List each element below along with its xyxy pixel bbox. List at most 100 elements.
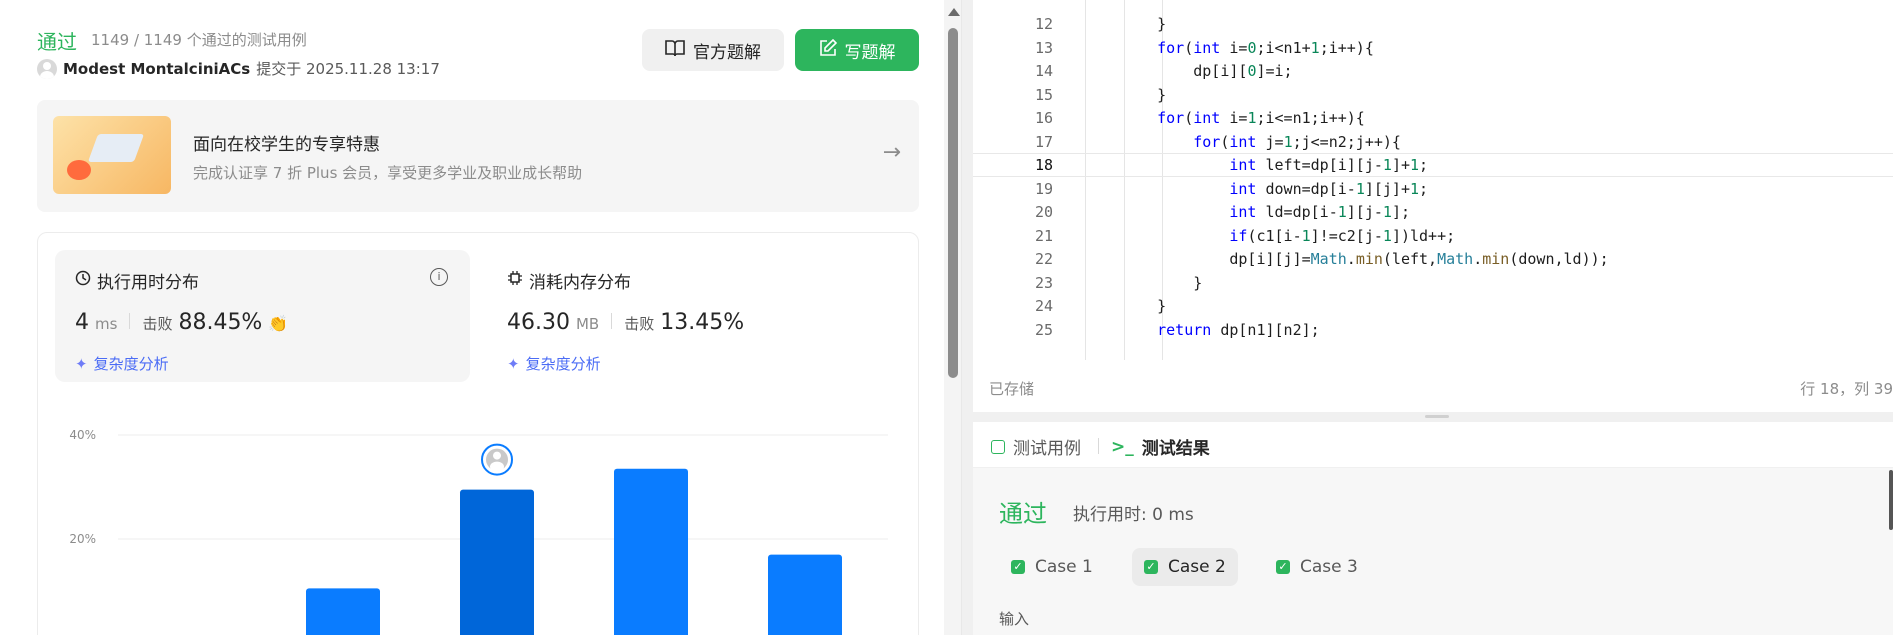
case-tab[interactable]: ✓ Case 1 (999, 548, 1105, 586)
tab-testcase[interactable]: 测试用例 (991, 434, 1081, 459)
edit-icon (819, 38, 837, 62)
memory-stat[interactable]: 消耗内存分布 46.30 MB 击败 13.45% ✦ 复杂度分析 (487, 250, 902, 382)
code-line[interactable]: 20 int ld=dp[i-1][j-1]; (973, 200, 1893, 224)
case-tab[interactable]: ✓ Case 2 (1132, 548, 1238, 586)
y-tick-label: 20% (69, 532, 96, 546)
right-scrollbar[interactable] (1889, 470, 1893, 530)
bar-4ms[interactable] (460, 489, 534, 635)
line-number: 18 (1034, 156, 1053, 174)
code-text[interactable]: int down=dp[i-1][j]+1; (1121, 180, 1428, 198)
line-number: 20 (1034, 203, 1053, 221)
result-status: 通过 (999, 500, 1047, 528)
code-text[interactable]: return dp[n1][n2]; (1121, 321, 1320, 339)
memory-unit: MB (575, 315, 600, 333)
line-number: 16 (1034, 109, 1053, 127)
code-text[interactable]: } (1121, 15, 1166, 33)
code-text[interactable]: } (1121, 86, 1166, 104)
test-result-panel: 通过 执行用时: 0 ms ✓ Case 1 ✓ Case 2 ✓ Case 3 输入 (973, 468, 1893, 635)
check-icon: ✓ (1011, 560, 1025, 574)
scrollbar-thumb[interactable] (948, 28, 958, 378)
code-text[interactable]: dp[i][0]=i; (1121, 62, 1292, 80)
code-text[interactable]: for(int j=1;j<=n2;j++){ (1121, 133, 1401, 151)
runtime-beat-pct: 88.45% (178, 310, 263, 335)
memory-beat-pct: 13.45% (660, 310, 745, 335)
clock-icon (75, 270, 91, 291)
submission-status: 通过 (37, 30, 77, 54)
case-tab[interactable]: ✓ Case 3 (1264, 548, 1370, 586)
code-line[interactable]: 19 int down=dp[i-1][j]+1; (973, 177, 1893, 201)
code-line[interactable]: 18 int left=dp[i][j-1]+1; (973, 153, 1893, 177)
arrow-right-icon[interactable]: → (883, 140, 901, 165)
code-line[interactable]: 22 dp[i][j]=Math.min(left,Math.min(down,… (973, 247, 1893, 271)
y-tick-label: 40% (69, 428, 96, 442)
runtime-distribution-chart: 40%20%0%2ms3ms4ms5ms6ms (69, 428, 888, 635)
beat-label: 击败 (142, 315, 173, 333)
sparkle-icon: ✦ (75, 354, 88, 373)
tab-test-result[interactable]: >_ 测试结果 (1111, 434, 1210, 460)
code-line[interactable]: 23 } (973, 271, 1893, 295)
code-line[interactable]: 24 } (973, 294, 1893, 318)
bottom-tabs: 测试用例 >_ 测试结果 (973, 422, 1893, 468)
line-number: 19 (1034, 179, 1053, 198)
line-number: 14 (1034, 62, 1053, 80)
code-line[interactable]: 16 for(int i=1;i<=n1;i++){ (973, 106, 1893, 130)
code-text[interactable]: } (1121, 297, 1166, 315)
info-icon[interactable]: i (430, 268, 448, 286)
write-solution-button[interactable]: 写题解 (795, 29, 919, 71)
bar-5ms[interactable] (614, 468, 688, 635)
runtime-stat[interactable]: 执行用时分布 i 4 ms 击败 88.45% 👏 ✦ 复杂度分析 (55, 250, 470, 382)
divider (611, 313, 613, 329)
saved-status: 已存储 (989, 380, 1035, 398)
code-text[interactable]: for(int i=0;i<n1+1;i++){ (1121, 39, 1374, 57)
code-editor[interactable]: 12 } 13 for(int i=0;i<n1+1;i++){14 dp[i][… (973, 0, 1893, 360)
avatar[interactable] (37, 58, 57, 79)
code-line[interactable]: 15 } (973, 83, 1893, 107)
code-line[interactable]: 21 if(c1[i-1]!=c2[j-1])ld++; (973, 224, 1893, 248)
tab-divider (1098, 438, 1099, 454)
code-text[interactable]: for(int i=1;i<=n1;i++){ (1121, 109, 1365, 127)
code-line[interactable]: 25 return dp[n1][n2]; (973, 318, 1893, 342)
code-line[interactable]: 17 for(int j=1;j<=n2;j++){ (973, 130, 1893, 154)
left-scrollbar[interactable] (944, 0, 961, 635)
submitter-info: Modest MontalciniACs 提交于 2025.11.28 13:1… (37, 58, 440, 79)
bar-3ms[interactable] (306, 588, 380, 635)
code-line[interactable]: 12 } (973, 12, 1893, 36)
line-number: 24 (1034, 297, 1053, 315)
submission-panel: 通过 1149 / 1149 个通过的测试用例 Modest Montalcin… (0, 0, 962, 635)
code-text[interactable]: int ld=dp[i-1][j-1]; (1121, 203, 1410, 221)
code-text[interactable]: if(c1[i-1]!=c2[j-1])ld++; (1121, 227, 1455, 245)
input-label: 输入 (999, 610, 1030, 628)
code-line[interactable]: 14 dp[i][0]=i; (973, 59, 1893, 83)
username[interactable]: Modest MontalciniACs (63, 60, 250, 78)
line-number: 25 (1034, 320, 1053, 339)
complexity-label: 复杂度分析 (525, 355, 601, 373)
sparkle-icon: ✦ (507, 354, 520, 373)
tests-passed: 1149 / 1149 个通过的测试用例 (91, 31, 307, 49)
editor-footer: 已存储 行 18，列 39 (973, 370, 1893, 410)
case-label: Case 2 (1168, 557, 1226, 577)
runtime-unit: ms (95, 315, 118, 333)
student-promo-banner[interactable]: 面向在校学生的专享特惠 完成认证享 7 折 Plus 会员，享受更多学业及职业成… (37, 100, 919, 212)
case-label: Case 1 (1035, 557, 1093, 577)
code-line[interactable]: 13 for(int i=0;i<n1+1;i++){ (973, 36, 1893, 60)
performance-card: 执行用时分布 i 4 ms 击败 88.45% 👏 ✦ 复杂度分析 消耗内存分布 (37, 232, 919, 635)
write-solution-label: 写题解 (844, 42, 896, 63)
code-text[interactable]: } (1121, 274, 1202, 292)
runtime-complexity-link[interactable]: ✦ 复杂度分析 (75, 353, 169, 374)
book-icon (665, 39, 685, 62)
exec-time: 执行用时: 0 ms (1073, 505, 1194, 525)
memory-complexity-link[interactable]: ✦ 复杂度分析 (507, 353, 601, 374)
official-solution-label: 官方题解 (693, 42, 761, 63)
code-text[interactable]: int left=dp[i][j-1]+1; (1121, 156, 1428, 174)
line-number: 15 (1034, 85, 1053, 104)
panel-resize-handle[interactable] (973, 412, 1893, 422)
graduation-cap-illustration (53, 116, 171, 194)
tab-testcase-label: 测试用例 (1013, 439, 1081, 459)
code-text[interactable]: dp[i][j]=Math.min(left,Math.min(down,ld)… (1121, 250, 1608, 268)
bar-6ms[interactable] (768, 554, 842, 635)
official-solution-button[interactable]: 官方题解 (642, 29, 784, 71)
submitted-time: 提交于 2025.11.28 13:17 (256, 60, 440, 78)
scroll-up-icon[interactable] (948, 8, 960, 16)
case-label: Case 3 (1300, 557, 1358, 577)
tab-result-label: 测试结果 (1141, 439, 1210, 459)
